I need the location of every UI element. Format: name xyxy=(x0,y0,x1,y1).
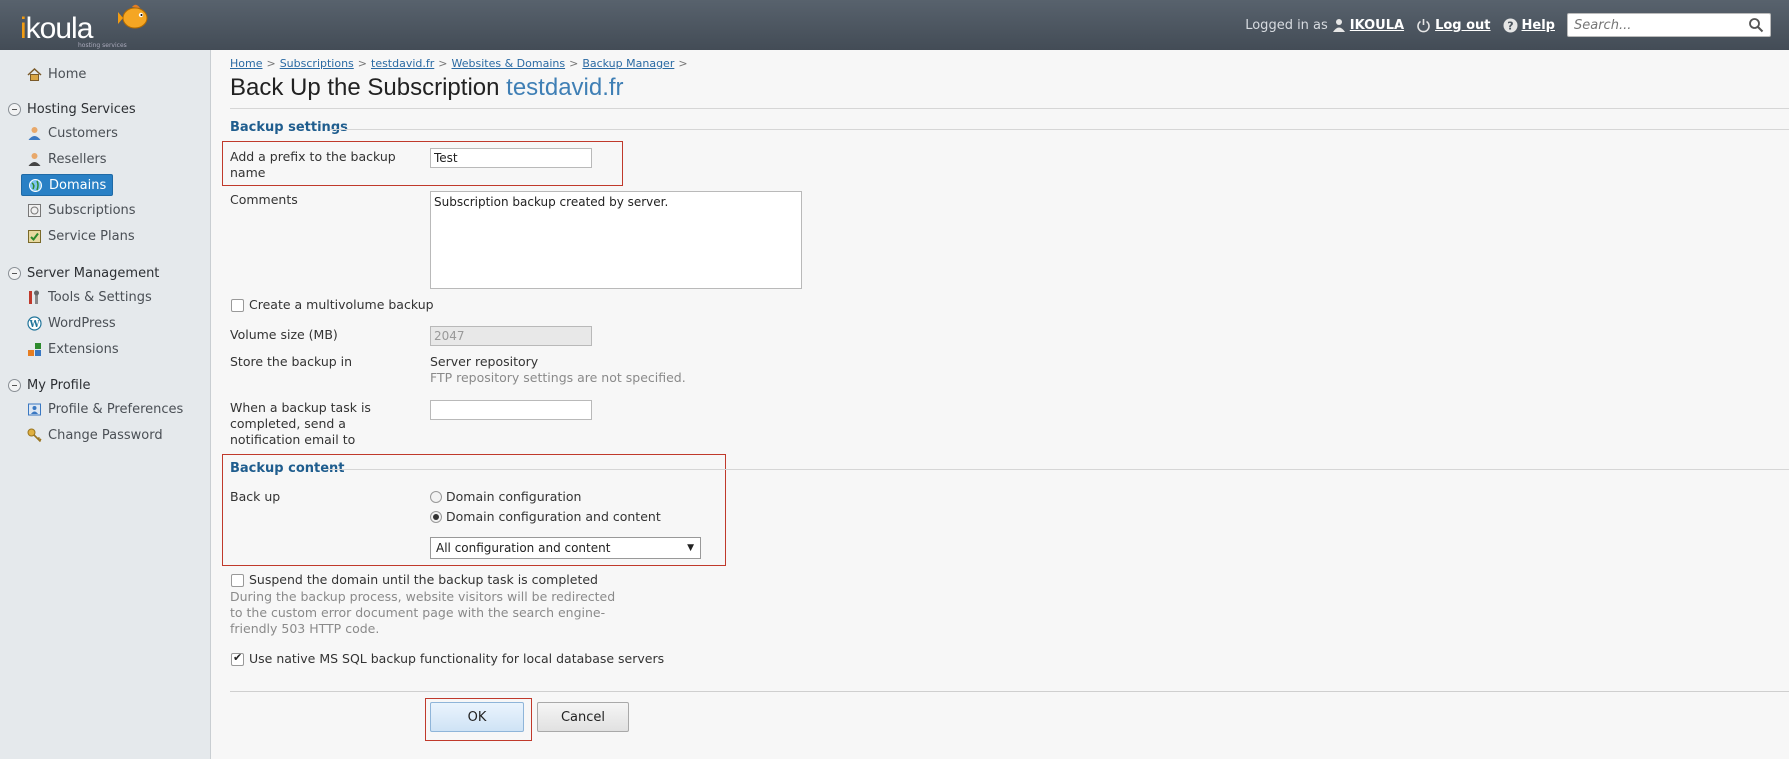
backup-label: Back up xyxy=(230,489,281,504)
store-value: Server repository xyxy=(430,354,539,369)
content-select[interactable]: All configuration and content ▼ xyxy=(430,537,701,559)
breadcrumb-backup-manager[interactable]: Backup Manager xyxy=(582,57,674,70)
search-input[interactable] xyxy=(1568,14,1738,36)
logout-link[interactable]: Log out xyxy=(1435,18,1490,33)
fish-icon xyxy=(118,4,148,29)
title-divider xyxy=(230,108,1789,109)
svg-text:?: ? xyxy=(1507,19,1513,32)
extensions-icon xyxy=(28,342,41,356)
reseller-icon xyxy=(28,152,41,166)
sidebar-item-tools-settings[interactable]: Tools & Settings xyxy=(27,287,152,307)
svg-text:W: W xyxy=(28,320,40,330)
multivolume-checkbox[interactable] xyxy=(231,299,244,312)
top-bar: ikoula hosting services Logged in as IKO… xyxy=(0,0,1789,50)
sidebar-item-subscriptions[interactable]: Subscriptions xyxy=(27,200,136,220)
ikoula-logo[interactable]: ikoula hosting services xyxy=(18,0,158,50)
sidebar-item-extensions[interactable]: Extensions xyxy=(27,339,119,359)
radio-configuration-and-content-label[interactable]: Domain configuration and content xyxy=(446,509,661,524)
sidebar-item-home[interactable]: Home xyxy=(27,64,86,84)
notify-label: When a backup task is completed, send a … xyxy=(230,400,371,447)
section-server-management[interactable]: Server Management xyxy=(8,264,159,282)
mssql-label[interactable]: Use native MS SQL backup functionality f… xyxy=(249,651,664,667)
mssql-checkbox[interactable] xyxy=(231,651,244,666)
help-link[interactable]: Help xyxy=(1522,18,1555,33)
store-hint: FTP repository settings are not specifie… xyxy=(430,370,686,385)
radio-domain-configuration[interactable] xyxy=(430,491,442,503)
multivolume-label[interactable]: Create a multivolume backup xyxy=(249,297,434,313)
power-icon xyxy=(1417,18,1430,32)
profile-icon xyxy=(28,403,41,415)
sidebar-item-wordpress[interactable]: W WordPress xyxy=(27,313,116,333)
suspend-label[interactable]: Suspend the domain until the backup task… xyxy=(249,572,598,588)
user-icon xyxy=(1332,19,1345,32)
suspend-hint: During the backup process, website visit… xyxy=(230,589,616,636)
sidebar-item-resellers[interactable]: Resellers xyxy=(27,149,107,169)
sidebar-item-service-plans[interactable]: Service Plans xyxy=(27,226,135,246)
suspend-checkbox[interactable] xyxy=(231,574,244,587)
collapse-icon xyxy=(8,378,21,392)
sidebar-item-domains[interactable]: Domains xyxy=(21,174,114,196)
breadcrumb: Home > Subscriptions > testdavid.fr > Websites… xyxy=(230,57,688,70)
sidebar-item-change-password[interactable]: Change Password xyxy=(27,425,163,445)
username-link[interactable]: IKOULA xyxy=(1350,18,1404,33)
breadcrumb-home[interactable]: Home xyxy=(230,57,262,70)
wordpress-icon: W xyxy=(27,315,42,331)
globe-icon xyxy=(29,178,42,192)
key-icon xyxy=(27,428,42,442)
search-box[interactable] xyxy=(1567,13,1771,37)
search-icon[interactable] xyxy=(1748,17,1764,33)
breadcrumb-subscriptions[interactable]: Subscriptions xyxy=(280,57,354,70)
prefix-label: Add a prefix to the backup name xyxy=(230,149,396,180)
notify-email-input[interactable] xyxy=(430,400,592,420)
collapse-icon xyxy=(8,102,21,116)
tools-icon xyxy=(29,290,39,304)
breadcrumb-websites-domains[interactable]: Websites & Domains xyxy=(452,57,566,70)
prefix-input[interactable] xyxy=(430,148,592,168)
help-icon: ? xyxy=(1503,18,1518,32)
comments-label: Comments xyxy=(230,192,298,207)
collapse-icon xyxy=(8,266,21,280)
customer-icon xyxy=(28,126,41,140)
dropdown-arrow-icon: ▼ xyxy=(687,543,694,553)
home-icon xyxy=(27,67,42,81)
buttons-divider xyxy=(230,691,1789,692)
service-plans-icon xyxy=(28,229,41,243)
page-title: Back Up the Subscription testdavid.fr xyxy=(230,74,624,101)
sidebar: Home Hosting Services Customers Reseller… xyxy=(0,50,211,759)
volume-size-label: Volume size (MB) xyxy=(230,327,338,342)
page-title-subject: testdavid.fr xyxy=(506,74,624,101)
radio-configuration-and-content[interactable] xyxy=(430,511,442,523)
radio-domain-configuration-label[interactable]: Domain configuration xyxy=(446,489,581,504)
section-divider xyxy=(327,469,1789,470)
subscriptions-icon xyxy=(28,203,41,217)
main-content: Home > Subscriptions > testdavid.fr > Websites… xyxy=(212,50,1789,759)
store-label: Store the backup in xyxy=(230,354,353,369)
sidebar-item-customers[interactable]: Customers xyxy=(27,123,118,143)
volume-size-input xyxy=(430,326,592,346)
section-backup-settings: Backup settings xyxy=(230,120,348,135)
comments-textarea[interactable]: Subscription backup created by server. xyxy=(430,191,802,289)
sidebar-item-profile-preferences[interactable]: Profile & Preferences xyxy=(27,399,183,419)
logged-in-label: Logged in as xyxy=(1245,17,1328,33)
section-hosting-services[interactable]: Hosting Services xyxy=(8,100,136,118)
section-divider xyxy=(330,129,1789,130)
section-my-profile[interactable]: My Profile xyxy=(8,376,90,394)
breadcrumb-subscription[interactable]: testdavid.fr xyxy=(371,57,434,70)
cancel-button[interactable]: Cancel xyxy=(537,702,629,732)
ok-button[interactable]: OK xyxy=(430,702,524,732)
